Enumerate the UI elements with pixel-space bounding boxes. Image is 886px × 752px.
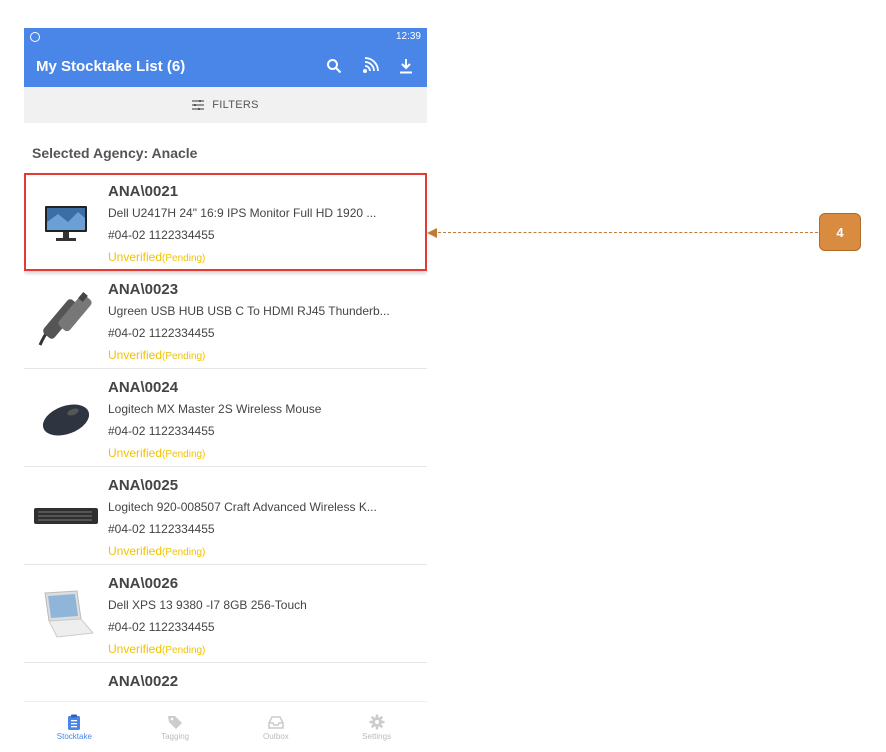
tab-label: Tagging xyxy=(161,731,190,741)
item-location: #04-02 1122334455 xyxy=(108,522,215,536)
item-status: Unverified(Pending) xyxy=(108,246,419,270)
pending-text: (Pending) xyxy=(162,449,206,460)
status-bar: 12:39 xyxy=(24,28,427,45)
list-item[interactable]: ANA\0025 Logitech 920-008507 Craft Advan… xyxy=(24,467,427,565)
tab-tagging[interactable]: Tagging xyxy=(135,714,215,741)
stocktake-list: ANA\0021 Dell U2417H 24" 16:9 IPS Monito… xyxy=(24,173,427,752)
item-description: Logitech MX Master 2S Wireless Mouse xyxy=(108,402,322,416)
status-text: Unverified xyxy=(108,544,163,558)
status-text: Unverified xyxy=(108,642,163,656)
tab-settings[interactable]: Settings xyxy=(337,714,417,741)
item-location: #04-02 1122334455 xyxy=(108,228,215,242)
status-text: Unverified xyxy=(108,446,163,460)
item-description: Ugreen USB HUB USB C To HDMI RJ45 Thunde… xyxy=(108,304,390,318)
item-status: Unverified(Pending) xyxy=(108,540,419,564)
tab-label: Stocktake xyxy=(56,731,92,741)
pending-text: (Pending) xyxy=(162,351,206,362)
tab-label: Outbox xyxy=(262,731,289,741)
pending-text: (Pending) xyxy=(162,645,206,656)
keyboard-image xyxy=(24,467,108,565)
mouse-image xyxy=(24,369,108,467)
pending-text: (Pending) xyxy=(162,547,206,558)
filters-label: FILTERS xyxy=(212,99,259,111)
item-status: Unverified(Pending) xyxy=(108,638,419,662)
item-code: ANA\0026 xyxy=(108,575,179,592)
item-description: Dell XPS 13 9380 -I7 8GB 256-Touch xyxy=(108,598,307,612)
monitor-image xyxy=(24,173,108,271)
tab-stocktake[interactable]: Stocktake xyxy=(34,714,114,741)
item-code: ANA\0025 xyxy=(108,477,179,494)
item-description: Logitech 920-008507 Craft Advanced Wirel… xyxy=(108,500,377,514)
tab-outbox[interactable]: Outbox xyxy=(236,714,316,741)
gear-icon xyxy=(369,714,385,729)
callout-number-badge: 4 xyxy=(819,213,861,251)
rfid-scan-icon[interactable] xyxy=(361,57,379,75)
bottom-tab-bar: Stocktake Tagging Outbox Settings xyxy=(24,701,427,752)
clipboard-icon xyxy=(68,714,81,730)
app-bar: My Stocktake List (6) xyxy=(24,45,427,87)
phone-screen: 12:39 My Stocktake List (6) FILTERS Sele… xyxy=(24,28,427,752)
list-item[interactable]: ANA\0026 Dell XPS 13 9380 -I7 8GB 256-To… xyxy=(24,565,427,663)
filters-button[interactable]: FILTERS xyxy=(24,87,427,123)
filter-lines-icon xyxy=(192,100,205,110)
item-code: ANA\0022 xyxy=(108,673,179,690)
item-location: #04-02 1122334455 xyxy=(108,326,215,340)
list-item[interactable]: ANA\0021 Dell U2417H 24" 16:9 IPS Monito… xyxy=(24,173,427,271)
selected-agency-label: Selected Agency: Anacle xyxy=(32,145,198,161)
item-code: ANA\0024 xyxy=(108,379,179,396)
page-title: My Stocktake List (6) xyxy=(36,57,186,75)
item-location: #04-02 1122334455 xyxy=(108,620,215,634)
status-text: Unverified xyxy=(108,250,163,264)
laptop-image xyxy=(24,565,108,663)
item-description: Dell U2417H 24" 16:9 IPS Monitor Full HD… xyxy=(108,206,377,220)
item-status: Unverified(Pending) xyxy=(108,442,419,466)
callout-connector xyxy=(438,232,818,233)
inbox-tray-icon xyxy=(268,715,284,729)
search-icon[interactable] xyxy=(325,57,343,75)
list-item[interactable]: ANA\0024 Logitech MX Master 2S Wireless … xyxy=(24,369,427,467)
download-icon[interactable] xyxy=(397,57,415,75)
tag-icon xyxy=(168,715,183,729)
item-location: #04-02 1122334455 xyxy=(108,424,215,438)
usb-hub-image xyxy=(24,271,108,369)
sync-icon xyxy=(30,31,40,42)
status-time: 12:39 xyxy=(395,31,421,42)
pending-text: (Pending) xyxy=(162,253,206,264)
item-code: ANA\0021 xyxy=(108,183,179,200)
tab-label: Settings xyxy=(362,731,392,741)
callout-arrowhead xyxy=(427,228,437,238)
item-code: ANA\0023 xyxy=(108,281,179,298)
item-status: Unverified(Pending) xyxy=(108,344,419,368)
status-text: Unverified xyxy=(108,348,163,362)
list-item[interactable]: ANA\0023 Ugreen USB HUB USB C To HDMI RJ… xyxy=(24,271,427,369)
